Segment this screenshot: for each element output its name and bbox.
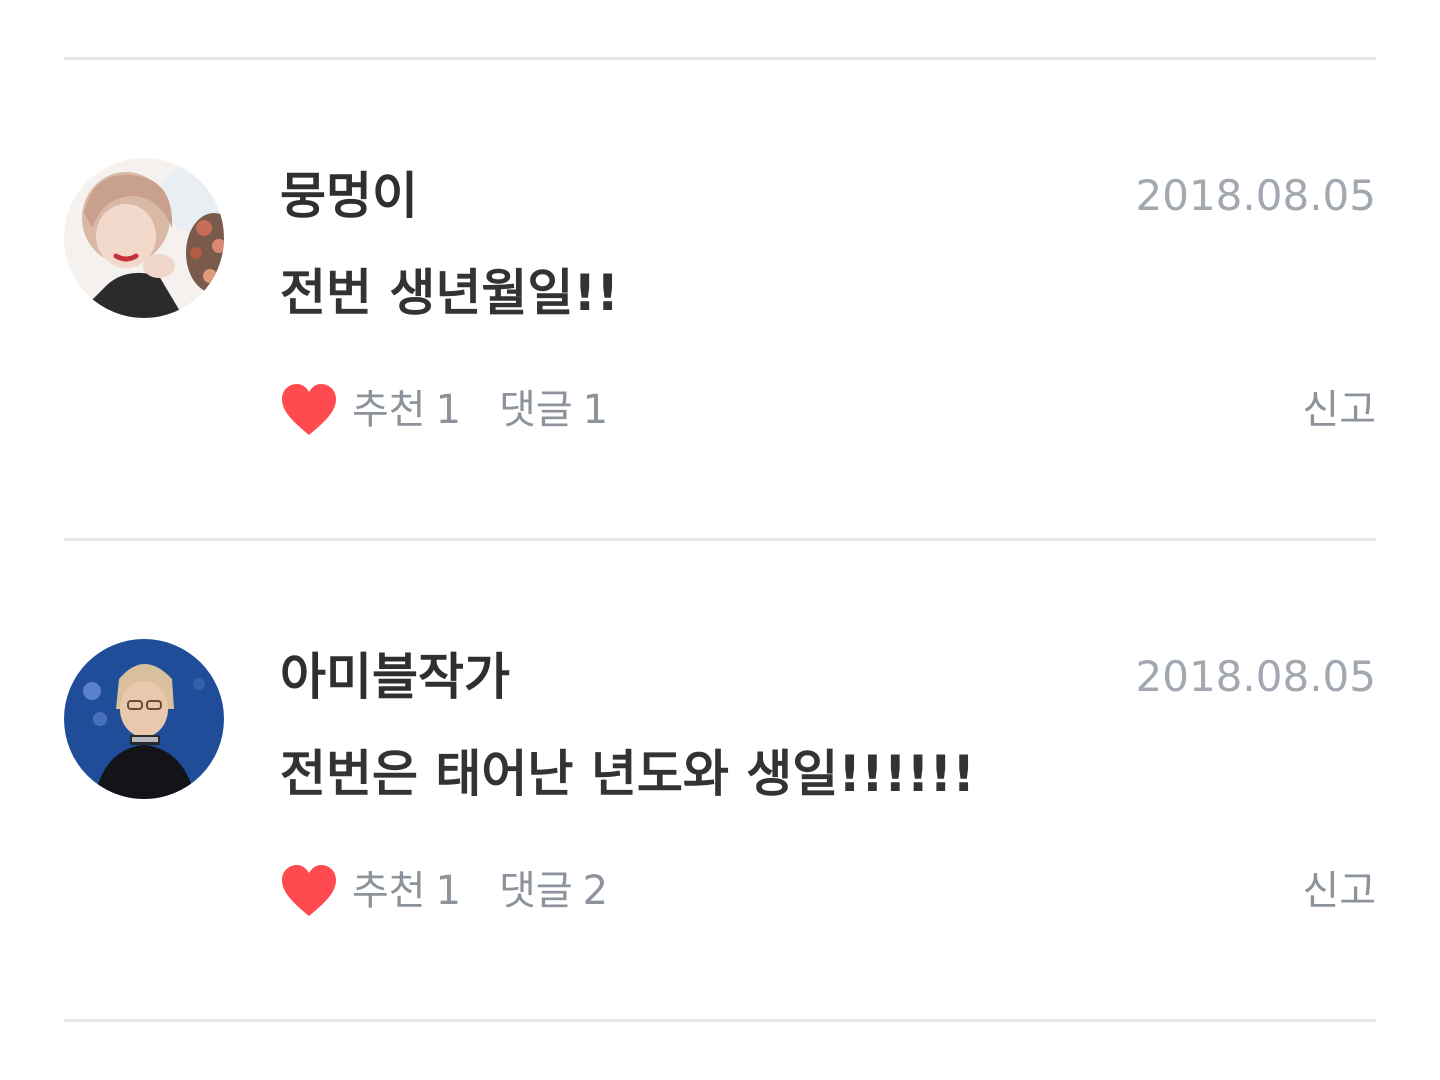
recommend-number: 1	[435, 387, 462, 433]
reply-count[interactable]: 댓글 2	[499, 861, 608, 921]
username[interactable]: 아미블작가	[280, 645, 510, 709]
recommend-label: 추천	[352, 387, 426, 433]
comment-date: 2018.08.05	[1135, 652, 1376, 701]
recommend-count[interactable]: 추천 1	[352, 861, 461, 921]
comment-text: 전번 생년월일!!	[280, 264, 620, 322]
avatar[interactable]	[64, 639, 224, 799]
reply-number: 1	[582, 387, 609, 433]
avatar[interactable]	[64, 158, 224, 318]
heart-icon[interactable]	[280, 383, 338, 437]
comment-date: 2018.08.05	[1135, 171, 1376, 220]
reply-label: 댓글	[499, 868, 573, 914]
heart-icon[interactable]	[280, 864, 338, 918]
report-button[interactable]: 신고	[1302, 861, 1376, 921]
comment-text: 전번은 태어난 년도와 생일!!!!!!	[280, 745, 976, 803]
comment-actions: 추천 1 댓글 1	[280, 380, 608, 440]
divider-bottom	[64, 1019, 1376, 1022]
recommend-label: 추천	[352, 868, 426, 914]
reply-label: 댓글	[499, 387, 573, 433]
recommend-number: 1	[435, 868, 462, 914]
comment-item: 뭉멍이 2018.08.05 전번 생년월일!! 추천 1 댓글 1 신고	[64, 60, 1376, 540]
reply-number: 2	[582, 868, 609, 914]
report-button[interactable]: 신고	[1302, 380, 1376, 440]
username[interactable]: 뭉멍이	[280, 164, 418, 228]
comment-actions: 추천 1 댓글 2	[280, 861, 608, 921]
recommend-count[interactable]: 추천 1	[352, 380, 461, 440]
reply-count[interactable]: 댓글 1	[499, 380, 608, 440]
comment-item: 아미블작가 2018.08.05 전번은 태어난 년도와 생일!!!!!! 추천…	[64, 541, 1376, 1021]
